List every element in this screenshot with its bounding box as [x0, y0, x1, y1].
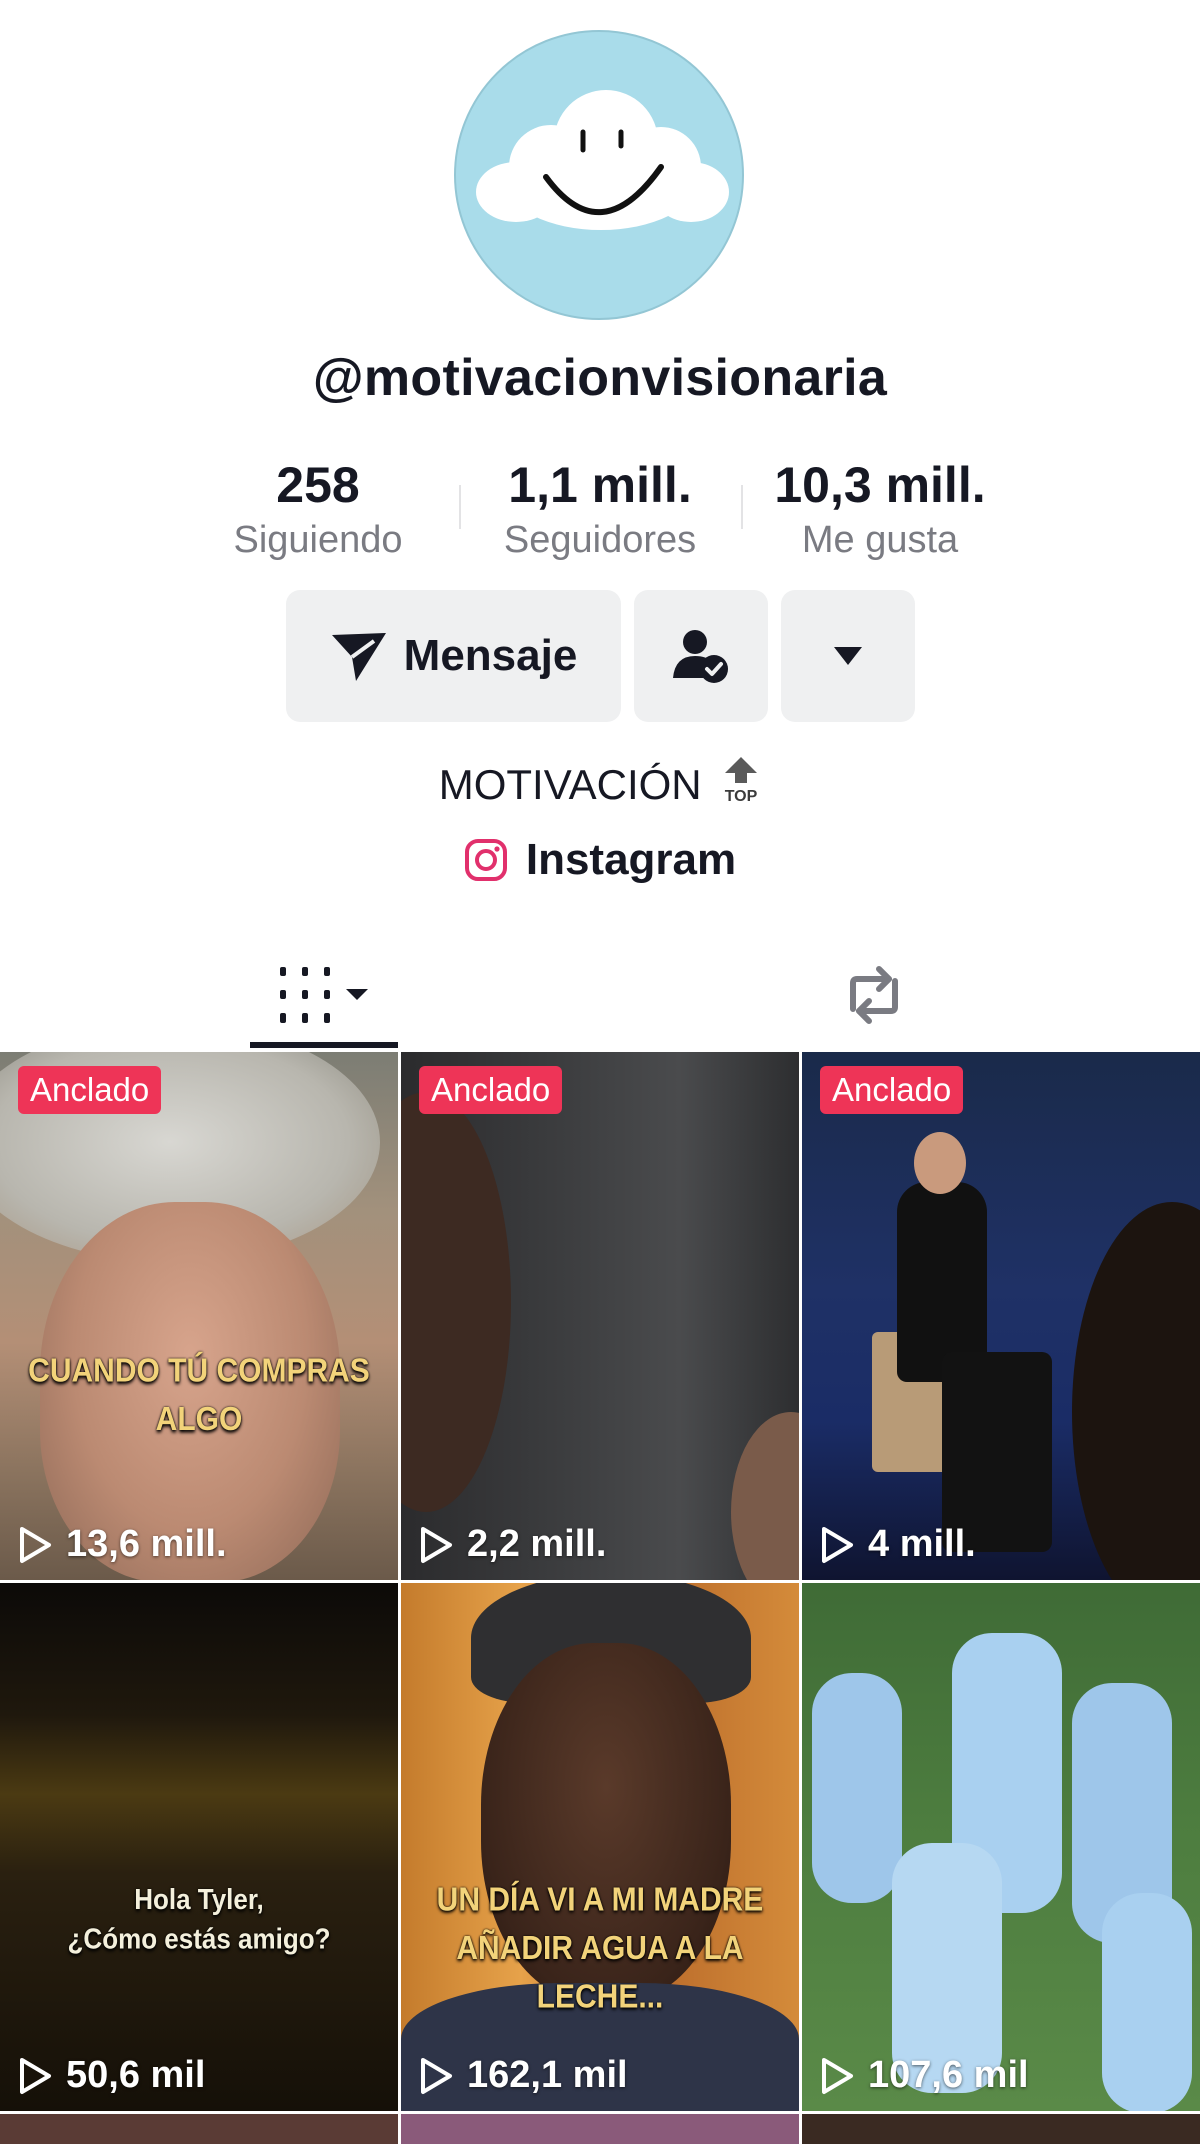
thumbnail-player-shape [812, 1673, 902, 1903]
likes-count: 10,3 mill. [774, 457, 986, 513]
view-count: 13,6 mill. [18, 1523, 227, 1566]
video-caption: CUANDO TÚ COMPRAS ALGO [0, 1348, 398, 1445]
message-button[interactable]: Mensaje [286, 590, 621, 722]
view-count-value: 162,1 mil [467, 2054, 628, 2096]
view-count-value: 4 mill. [868, 1523, 976, 1565]
view-count: 4 mill. [820, 1523, 976, 1566]
view-count: 2,2 mill. [419, 1523, 606, 1566]
play-icon [421, 1526, 452, 1563]
following-label: Siguiendo [233, 519, 403, 561]
stat-following[interactable]: 258 Siguiendo [168, 455, 468, 565]
thumbnail-head-shape [914, 1132, 966, 1194]
video-caption: UN DÍA VI A MI MADRE AÑADIR AGUA A LA LE… [401, 1876, 799, 2021]
play-icon [20, 2057, 51, 2094]
pinned-badge: Anclado [820, 1066, 964, 1114]
grid-icon [280, 967, 368, 1023]
svg-text:TOP: TOP [725, 788, 758, 805]
message-button-label: Mensaje [403, 631, 578, 680]
thumbnail-figure-shape [731, 1412, 799, 1580]
video-thumbnail[interactable]: Anclado 4 mill. [802, 1052, 1200, 1580]
tab-reposts[interactable] [800, 940, 948, 1050]
view-count-value: 50,6 mil [66, 2054, 206, 2096]
video-thumbnail[interactable]: UN DÍA VI A MI MADRE AÑADIR AGUA A LA LE… [401, 1583, 799, 2111]
instagram-link[interactable]: Instagram [0, 835, 1200, 885]
pinned-badge: Anclado [419, 1066, 563, 1114]
followers-count: 1,1 mill. [508, 457, 692, 513]
play-icon [822, 1526, 853, 1563]
video-caption-line: UN DÍA VI A MI MADRE [436, 1881, 764, 1919]
following-count: 258 [276, 457, 360, 513]
thumbnail-figure-shape [401, 1092, 511, 1512]
user-check-icon [673, 630, 728, 683]
profile-username: @motivacionvisionaria [312, 349, 888, 407]
view-count: 162,1 mil [419, 2054, 628, 2097]
view-count-value: 107,6 mil [868, 2054, 1029, 2096]
thumbnail-audience-shape [1072, 1202, 1200, 1580]
video-caption-line: CUANDO TÚ COMPRAS [28, 1353, 370, 1390]
play-icon [822, 2057, 853, 2094]
video-thumbnail[interactable] [401, 2114, 799, 2144]
view-count-value: 13,6 mill. [66, 1523, 227, 1565]
play-icon [20, 1526, 51, 1563]
repost-icon [850, 966, 898, 1024]
instagram-link-label: Instagram [525, 835, 737, 884]
active-tab-indicator [250, 1042, 398, 1048]
thumbnail-legs-shape [942, 1352, 1052, 1552]
view-count-value: 2,2 mill. [467, 1523, 607, 1565]
video-caption-line: ¿Cómo estás amigo? [67, 1922, 331, 1956]
video-caption-line: Hola Tyler, [134, 1882, 264, 1916]
video-thumbnail[interactable]: Hola Tyler, ¿Cómo estás amigo? 50,6 mil [0, 1583, 398, 2111]
video-thumbnail[interactable]: Anclado 2,2 mill. [401, 1052, 799, 1580]
tab-videos[interactable] [250, 940, 398, 1050]
video-thumbnail[interactable] [0, 2114, 398, 2144]
likes-label: Me gusta [801, 519, 959, 561]
video-caption: Hola Tyler, ¿Cómo estás amigo? [0, 1879, 398, 1958]
play-icon [421, 2057, 452, 2094]
video-thumbnail[interactable]: Anclado CUANDO TÚ COMPRAS ALGO 13,6 mill… [0, 1052, 398, 1580]
stat-followers[interactable]: 1,1 mill. Seguidores [450, 455, 750, 565]
view-count: 50,6 mil [18, 2054, 205, 2097]
view-count: 107,6 mil [820, 2054, 1029, 2097]
profile-stats: 258 Siguiendo 1,1 mill. Seguidores 10,3 … [0, 455, 1200, 565]
video-caption-line: AÑADIR AGUA A LA LECHE... [456, 1930, 744, 2015]
bio-text: MOTIVACIÓN [438, 761, 702, 808]
video-thumbnail[interactable]: 107,6 mil [802, 1583, 1200, 2111]
video-thumbnail[interactable] [802, 2114, 1200, 2144]
send-icon [331, 633, 386, 681]
top-arrow-emoji-icon: TOP [725, 757, 758, 805]
thumbnail-player-shape [1102, 1893, 1192, 2111]
profile-tabs [0, 940, 1200, 1050]
following-status-button[interactable] [634, 590, 768, 722]
caret-down-icon [834, 647, 862, 665]
pinned-badge: Anclado [18, 1066, 162, 1114]
instagram-icon [464, 839, 507, 881]
profile-avatar[interactable] [454, 30, 744, 320]
more-options-button[interactable] [781, 590, 915, 722]
stat-likes[interactable]: 10,3 mill. Me gusta [730, 455, 1030, 565]
cloud-smiley-image [476, 90, 729, 230]
followers-label: Seguidores [503, 519, 697, 561]
profile-bio: MOTIVACIÓN TOP [0, 755, 1200, 809]
video-caption-line: ALGO [155, 1401, 243, 1438]
